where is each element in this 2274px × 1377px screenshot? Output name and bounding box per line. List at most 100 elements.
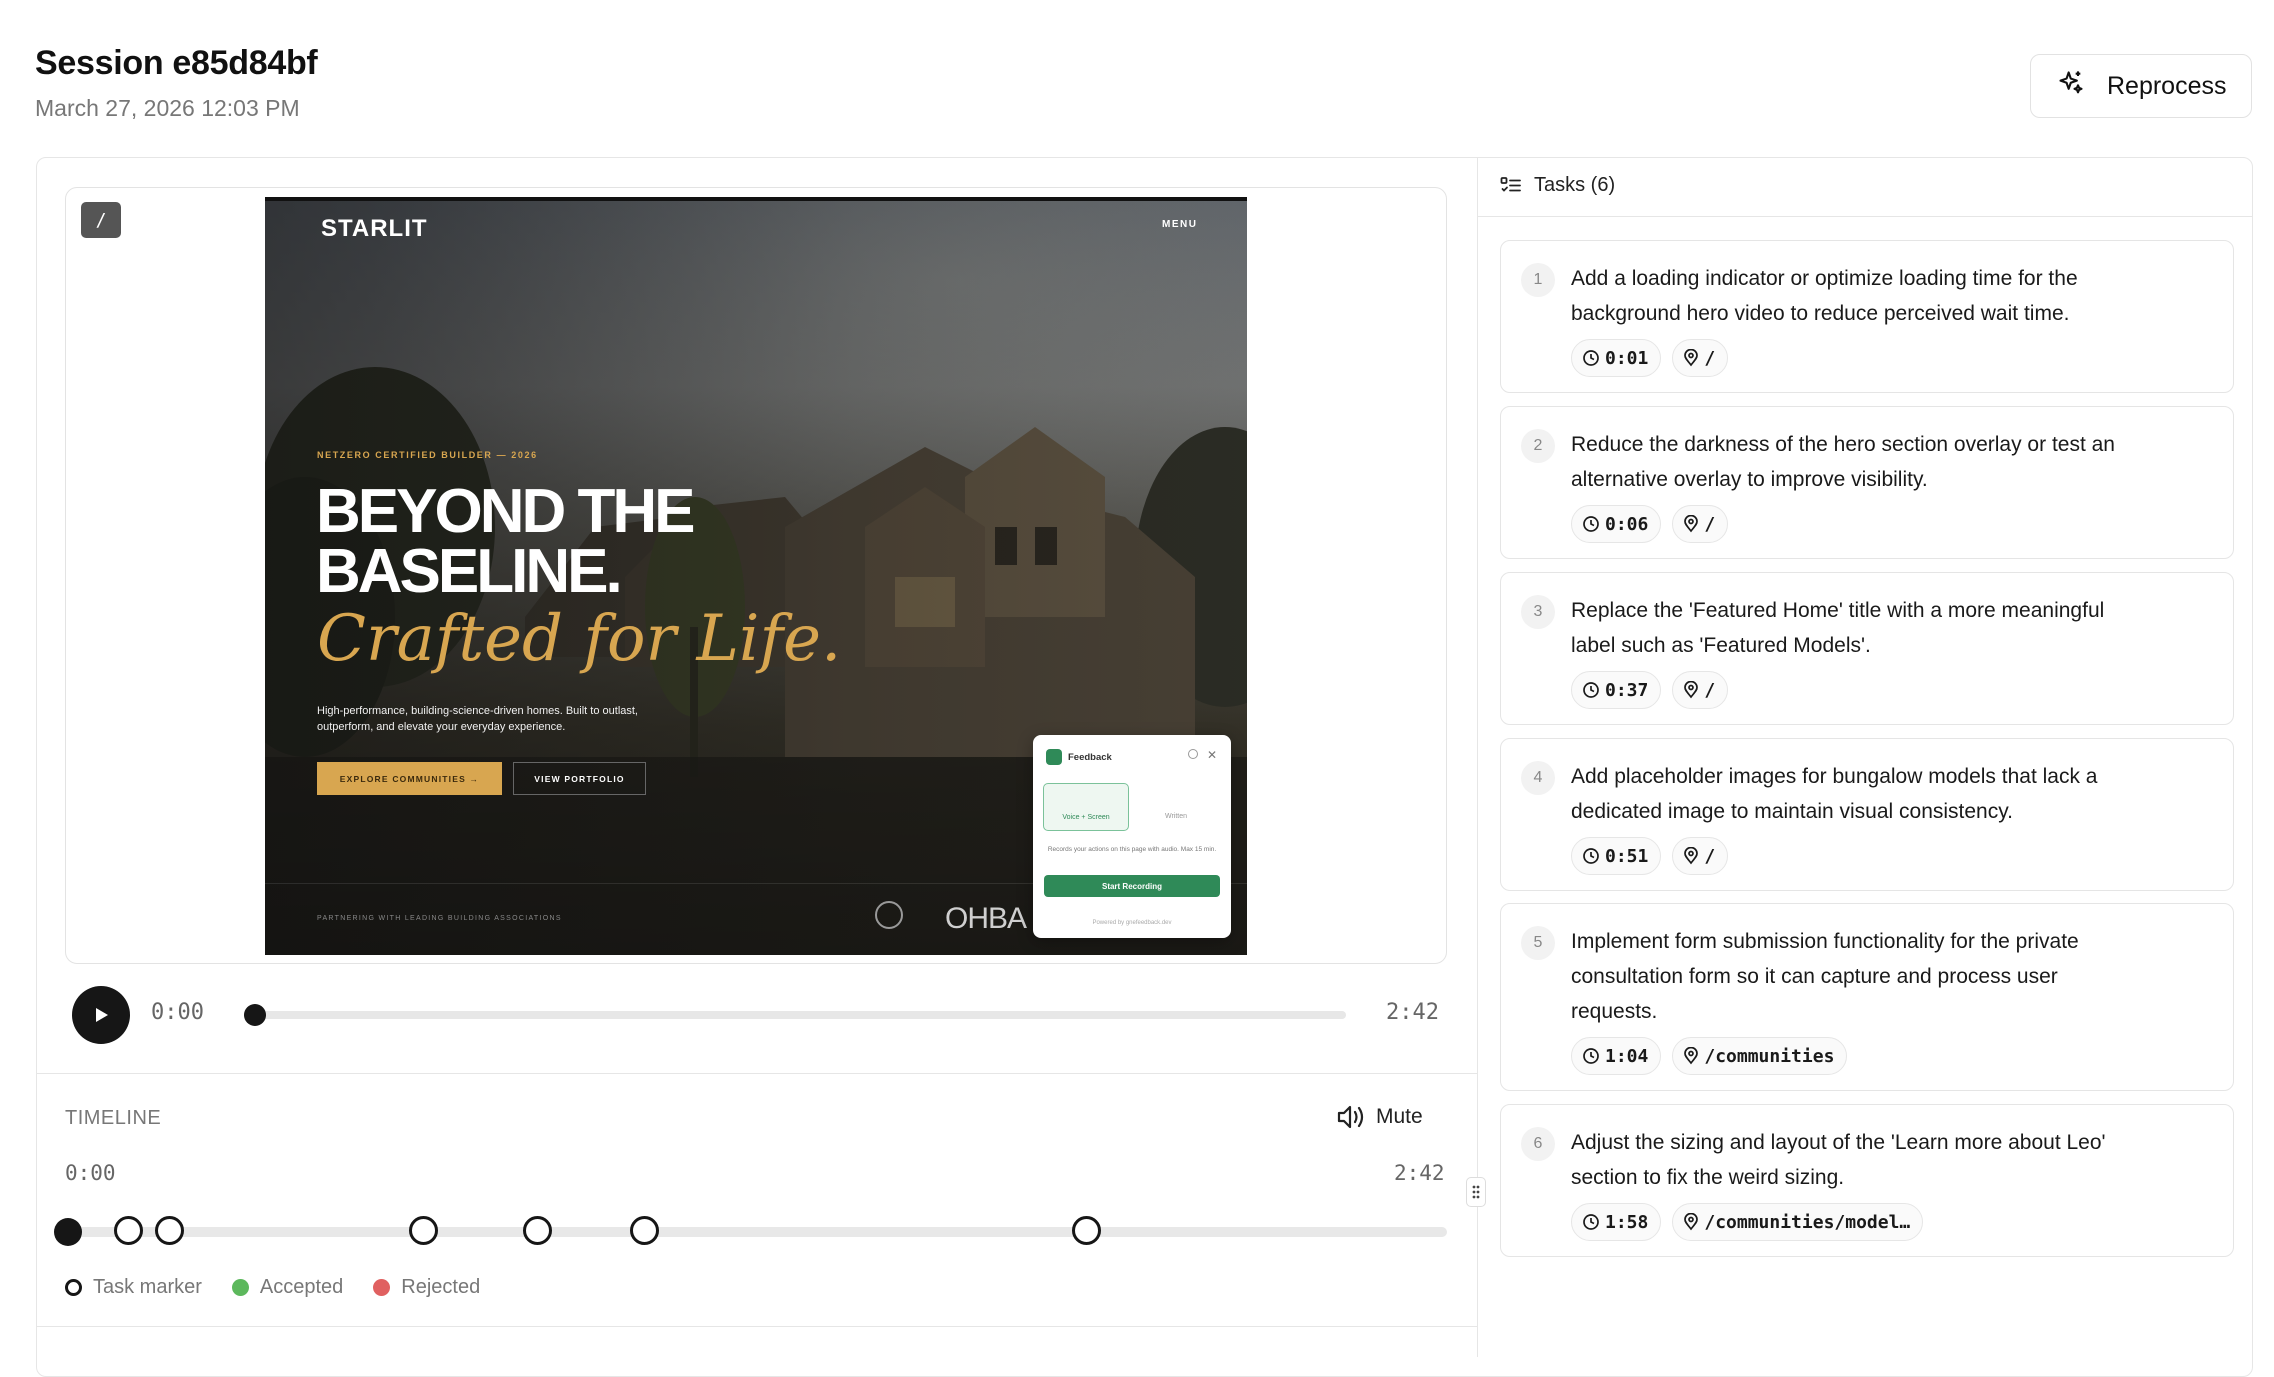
timeline-task-marker[interactable] [1072,1216,1102,1245]
clock-icon [1583,848,1599,864]
rejected-swatch [373,1279,391,1296]
task-number: 2 [1521,429,1555,463]
hero-headline: BEYOND THE BASELINE. [316,481,695,606]
task-time: 0:37 [1605,679,1649,701]
task-number: 1 [1521,263,1555,297]
timeline-task-marker[interactable] [408,1216,438,1245]
clock-icon [1583,516,1599,532]
powered-by: Powered by gnefeedback.dev [1092,920,1172,926]
mute-button[interactable]: Mute [1336,1104,1423,1130]
legend-accepted: Accepted [231,1276,344,1299]
seek-thumb[interactable] [244,1004,266,1026]
reprocess-label: Reprocess [2107,71,2227,100]
video-frame[interactable]: STARLIT MENU NETZERO CERTIFIED BUILDER —… [265,197,1247,955]
task-time-chip[interactable]: 1:04 [1571,1037,1662,1075]
task-text: Reduce the darkness of the hero section … [1571,433,2115,491]
task-path-chip[interactable]: / [1672,837,1729,875]
task-path: / [1704,347,1716,369]
task-time-chip[interactable]: 0:01 [1571,339,1662,377]
written-option: Written [1133,783,1219,831]
hero-subtext: High-performance, building-science-drive… [317,705,638,733]
feedback-header: Feedback [1046,749,1112,765]
legend-label: Task marker [93,1276,202,1298]
task-time-chip[interactable]: 0:37 [1571,671,1662,709]
feedback-title: Feedback [1068,751,1112,763]
hero-headline-line2: BASELINE. [316,537,623,606]
task-path: / [1704,845,1716,867]
legend-label: Accepted [259,1276,344,1298]
task-time: 0:06 [1605,513,1649,535]
route-badge: / [81,202,121,238]
player-divider [37,1073,1477,1074]
map-pin-icon [1684,1213,1699,1231]
task-time: 0:51 [1605,845,1649,867]
task-number: 5 [1521,926,1555,960]
accepted-swatch [231,1279,249,1296]
reprocess-button[interactable]: Reprocess [2030,54,2252,118]
close-icon: ✕ [1206,748,1217,762]
list-checks-icon [1500,176,1521,192]
task-time-chip[interactable]: 1:58 [1571,1203,1662,1241]
task-chips: 0:37 / [1571,671,1729,709]
panel-resize-handle[interactable] [1466,1177,1486,1207]
task-path: /communities [1704,1045,1835,1067]
task-path-chip[interactable]: / [1672,339,1729,377]
feedback-description: Records your actions on this page with a… [1047,846,1217,853]
sparkles-icon [2057,69,2085,104]
task-path: / [1704,679,1716,701]
task-time-chip[interactable]: 0:06 [1571,505,1662,543]
legend-rejected: Rejected [373,1276,480,1299]
page-title: Session e85d84bf [35,44,318,82]
clock-icon [1583,682,1599,698]
tasks-title: Tasks (6) [1534,174,1616,196]
task-card[interactable]: 4 Add placeholder images for bungalow mo… [1500,738,2234,891]
map-pin-icon [1684,1047,1699,1065]
task-path: /communities/model… [1704,1211,1911,1233]
clock-icon [1583,350,1599,366]
task-chips: 0:01 / [1571,339,1729,377]
task-text: Replace the 'Featured Home' title with a… [1571,599,2105,657]
task-chips: 0:51 / [1571,837,1729,875]
task-path: / [1704,513,1716,535]
timeline-legend: Task marker Accepted Rejected [65,1276,510,1299]
task-card[interactable]: 5 Implement form submission functionalit… [1500,903,2234,1091]
task-text: Add placeholder images for bungalow mode… [1571,765,2098,823]
timeline-task-marker[interactable] [154,1216,184,1245]
seek-bar[interactable] [250,1011,1346,1019]
task-path-chip[interactable]: / [1672,671,1729,709]
task-path-chip[interactable]: /communities/model… [1672,1203,1924,1241]
video-camera-icon [1046,749,1062,765]
task-time-chip[interactable]: 0:51 [1571,837,1662,875]
task-chips: 0:06 / [1571,505,1729,543]
timeline-divider [37,1326,1477,1327]
ohba-logo: OHBA [945,902,1027,935]
hero-eyebrow: NETZERO CERTIFIED BUILDER — 2026 [317,450,538,460]
timeline-task-marker[interactable] [113,1216,143,1245]
task-chips: 1:04 /communities [1571,1037,1848,1075]
task-card[interactable]: 3 Replace the 'Featured Home' title with… [1500,572,2234,725]
current-time: 0:00 [151,1000,204,1025]
play-button[interactable] [72,986,130,1044]
feedback-widget: Feedback ✕ Voice + Screen Written Record… [1033,735,1231,938]
task-card[interactable]: 2 Reduce the darkness of the hero sectio… [1500,406,2234,559]
session-date: March 27, 2026 12:03 PM [35,95,300,121]
task-card[interactable]: 6 Adjust the sizing and layout of the 'L… [1500,1104,2234,1257]
legend-label: Rejected [401,1276,481,1298]
task-time: 1:04 [1605,1045,1649,1067]
tasks-header: Tasks (6) [1500,174,1615,197]
timeline-playhead[interactable] [54,1218,82,1246]
written-option-label: Written [1164,813,1188,820]
hero-tagline: Crafted for Life. [317,602,842,676]
timeline-task-marker[interactable] [629,1216,659,1245]
task-number: 6 [1521,1127,1555,1161]
task-path-chip[interactable]: / [1672,505,1729,543]
start-recording-button: Start Recording [1044,875,1220,897]
site-menu: MENU [1162,219,1198,230]
timeline-track[interactable] [65,1227,1447,1237]
task-time: 0:01 [1605,347,1649,369]
task-text: Adjust the sizing and layout of the 'Lea… [1571,1131,2106,1189]
task-card[interactable]: 1 Add a loading indicator or optimize lo… [1500,240,2234,393]
task-path-chip[interactable]: /communities [1672,1037,1848,1075]
tasks-divider [1478,216,2253,217]
timeline-end-time: 2:42 [1394,1161,1445,1185]
